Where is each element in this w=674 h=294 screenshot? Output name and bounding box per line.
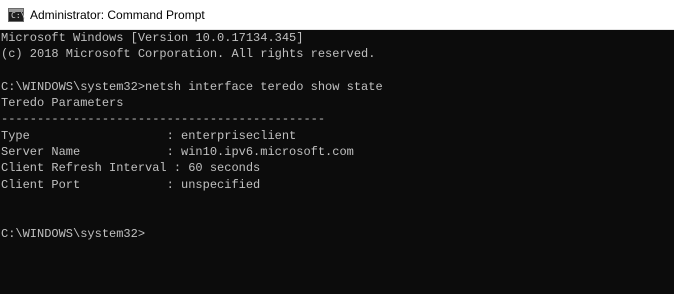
- console-line: Client Refresh Interval : 60 seconds: [1, 161, 261, 176]
- console-line: Type : enterpriseclient: [1, 128, 297, 143]
- console-line: Teredo Parameters: [1, 96, 124, 111]
- console-line: Server Name : win10.ipv6.microsoft.com: [1, 145, 354, 160]
- command-prompt-window: C:\ Administrator: Command Prompt Micros…: [0, 0, 674, 294]
- console-prompt: C:\WINDOWS\system32>: [1, 226, 146, 241]
- console-line: Microsoft Windows [Version 10.0.17134.34…: [1, 31, 304, 45]
- console-output[interactable]: Microsoft Windows [Version 10.0.17134.34…: [0, 30, 674, 294]
- console-line: (c) 2018 Microsoft Corporation. All righ…: [1, 47, 376, 62]
- console-line: Client Port : unspecified: [1, 177, 261, 192]
- command-prompt-icon: C:\: [8, 7, 25, 22]
- console-line: ----------------------------------------…: [1, 112, 326, 127]
- window-title: Administrator: Command Prompt: [30, 7, 205, 22]
- console-line: C:\WINDOWS\system32>netsh interface tere…: [1, 79, 383, 94]
- title-bar[interactable]: C:\ Administrator: Command Prompt: [0, 0, 674, 30]
